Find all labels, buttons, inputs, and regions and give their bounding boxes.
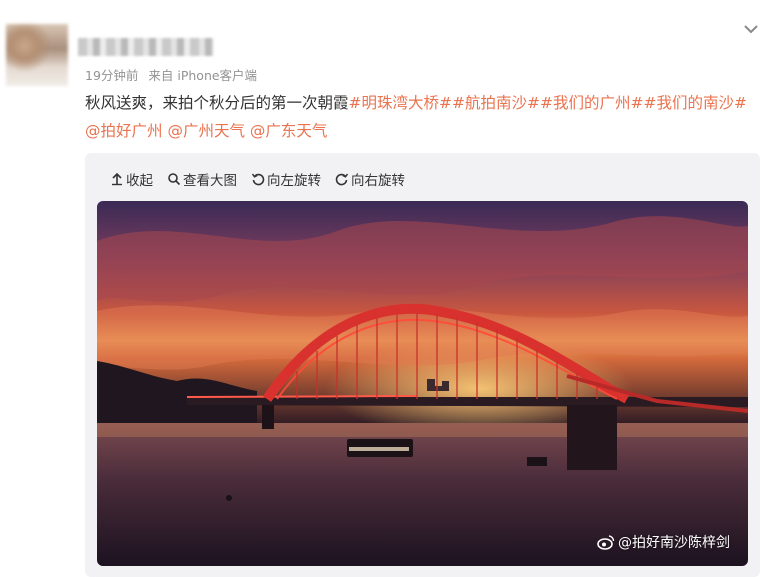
rotate-right-label: 向右旋转 — [351, 173, 405, 189]
watermark-text: @拍好南沙陈梓剑 — [618, 535, 730, 551]
avatar[interactable] — [6, 24, 68, 86]
post-body: 秋风送爽，来拍个秋分后的第一次朝霞 — [85, 94, 349, 112]
view-large-label: 查看大图 — [183, 173, 237, 189]
post-photo[interactable]: @拍好南沙陈梓剑 — [97, 201, 748, 566]
photo-small-boat — [527, 457, 547, 466]
post-meta: 19分钟前 来自 iPhone客户端 — [85, 65, 263, 84]
rotate-right-button[interactable]: 向右旋转 — [335, 169, 405, 189]
media-card: 收起 查看大图 向左旋转 向右旋转 @拍好南沙陈梓剑 — [85, 153, 760, 577]
photo-pier-left — [262, 405, 274, 429]
rotate-left-label: 向左旋转 — [267, 173, 321, 189]
hashtag-hangpai-nansha[interactable]: #航拍南沙# — [452, 94, 540, 112]
photo-watermark: @拍好南沙陈梓剑 — [597, 532, 730, 552]
chevron-down-icon[interactable] — [742, 20, 760, 38]
post-text: 秋风送爽，来拍个秋分后的第一次朝霞#明珠湾大桥##航拍南沙##我们的广州##我们… — [85, 89, 757, 145]
rotate-right-icon — [335, 172, 349, 186]
collapse-arrow-icon — [110, 172, 124, 186]
view-large-button[interactable]: 查看大图 — [167, 169, 237, 189]
hashtag-women-nansha[interactable]: #我们的南沙# — [643, 94, 746, 112]
collapse-label: 收起 — [126, 173, 153, 189]
weibo-icon — [597, 534, 615, 550]
mention-guangdong-tianqi[interactable]: @广东天气 — [250, 122, 328, 140]
rotate-left-button[interactable]: 向左旋转 — [251, 169, 321, 189]
photo-pier-right — [567, 405, 617, 470]
media-toolbar: 收起 查看大图 向左旋转 向右旋转 — [110, 169, 419, 189]
mention-paihao-guangzhou[interactable]: @拍好广州 — [85, 122, 163, 140]
post-source: 来自 iPhone客户端 — [148, 68, 258, 83]
search-icon — [167, 172, 181, 186]
hashtag-mingzhuwan[interactable]: #明珠湾大桥# — [349, 94, 452, 112]
collapse-button[interactable]: 收起 — [110, 169, 153, 189]
rotate-left-icon — [251, 172, 265, 186]
username-blurred[interactable] — [78, 38, 214, 56]
photo-buoy — [226, 495, 232, 501]
post-time[interactable]: 19分钟前 — [85, 68, 138, 83]
mention-guangzhou-tianqi[interactable]: @广州天气 — [167, 122, 245, 140]
hashtag-women-guangzhou[interactable]: #我们的广州# — [540, 94, 643, 112]
